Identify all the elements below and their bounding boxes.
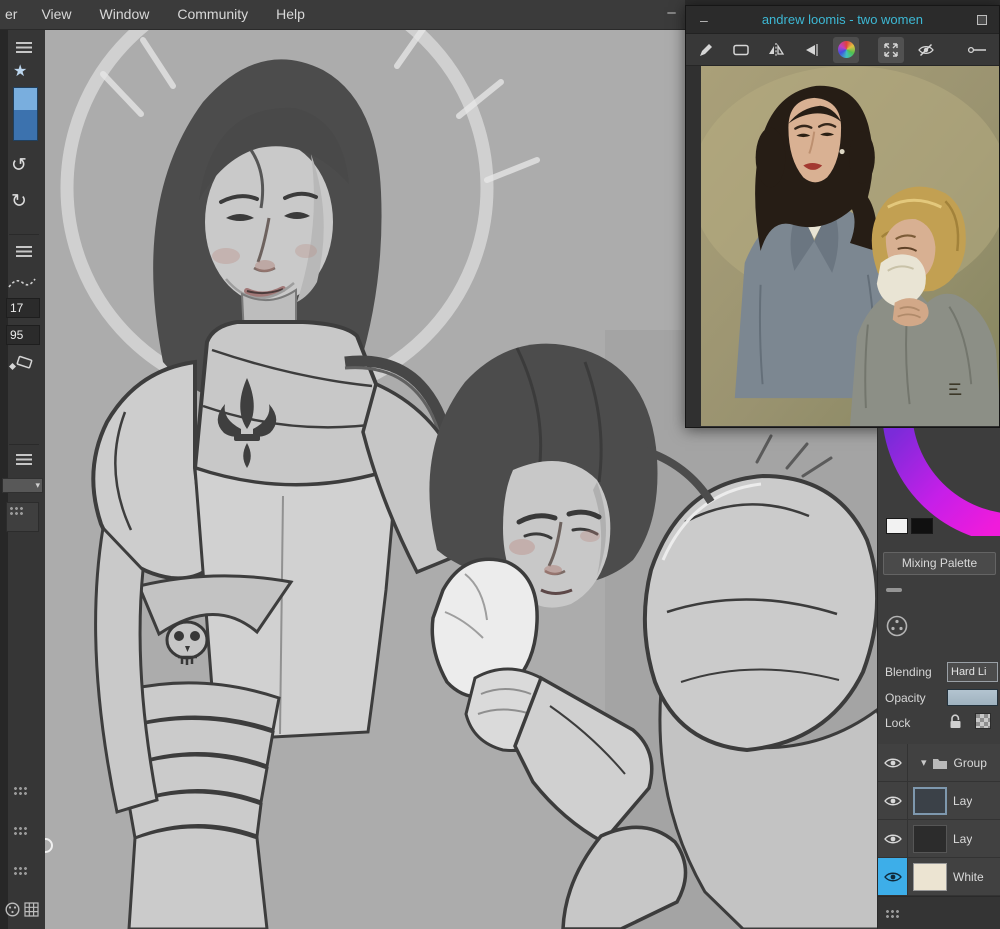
minimize-icon[interactable]: – (658, 0, 685, 29)
docker-menu-icon[interactable] (16, 42, 32, 53)
layer-name: Lay (953, 793, 973, 808)
reference-window-titlebar[interactable]: – andrew loomis - two women (686, 6, 999, 34)
menu-item-community[interactable]: Community (163, 0, 262, 29)
measure-line-icon[interactable] (964, 37, 990, 63)
foreground-color-swatch[interactable] (886, 518, 908, 534)
color-wheel-swatch (837, 41, 855, 58)
layer-thumbnail[interactable] (913, 862, 947, 891)
eye-icon (883, 796, 902, 805)
flip-horizontal-icon[interactable] (763, 37, 789, 63)
alpha-lock-icon[interactable] (975, 713, 991, 729)
undo-icon[interactable]: ↺ (11, 156, 27, 175)
reference-image[interactable] (701, 66, 999, 426)
layer-visibility-toggle[interactable] (878, 820, 908, 857)
blending-mode-dropdown[interactable]: Hard Li (947, 662, 998, 682)
grid-icon[interactable] (24, 902, 39, 917)
color-picker-icon[interactable] (693, 37, 719, 63)
eye-icon (883, 758, 902, 767)
redo-icon[interactable]: ↻ (11, 192, 27, 211)
docker-grip-icon[interactable] (13, 866, 28, 876)
reference-window: – andrew loomis - two women (685, 5, 1000, 428)
layer-visibility-toggle[interactable] (878, 858, 908, 895)
menu-bar: er View Window Community Help (0, 0, 685, 30)
eye-icon (883, 872, 902, 881)
application-window: er View Window Community Help – ★ ↺ ↻ ▾ (0, 0, 1000, 929)
opacity-label: Opacity (885, 691, 926, 705)
grip-dots-icon (9, 506, 24, 516)
eye-icon (883, 834, 902, 843)
selected-tool-swatch[interactable] (13, 87, 38, 141)
brush-opacity-input[interactable] (6, 325, 40, 345)
docker-grip-icon[interactable] (13, 826, 28, 836)
layer-name: Group (953, 755, 987, 770)
layer-row-selected[interactable]: White (878, 858, 1000, 896)
menu-item-layer[interactable]: er (0, 0, 27, 29)
panel-grip-handle[interactable] (886, 588, 902, 592)
menu-item-help[interactable]: Help (262, 0, 319, 29)
blending-label: Blending (885, 665, 932, 679)
brush-size-input[interactable] (6, 298, 40, 318)
reference-painting (701, 66, 999, 426)
opacity-slider[interactable] (947, 689, 998, 706)
layer-row[interactable]: Lay (878, 782, 1000, 820)
lock-icon[interactable] (949, 713, 962, 729)
toolbar-divider (9, 234, 39, 235)
flip-vertical-icon[interactable] (798, 37, 824, 63)
menu-item-view[interactable]: View (27, 0, 85, 29)
layer-list: ▾ Group Lay Lay White (878, 744, 1000, 896)
eraser-icon[interactable] (9, 354, 35, 372)
docker-grip-icon[interactable] (885, 909, 900, 919)
options-docker-menu-icon[interactable] (16, 454, 32, 465)
toolbar-divider (9, 444, 39, 445)
background-color-swatch[interactable] (911, 518, 933, 534)
layer-visibility-toggle[interactable] (878, 744, 908, 781)
layer-name: White (953, 869, 984, 884)
panel-bottom-strip (878, 896, 1000, 929)
layer-visibility-toggle[interactable] (878, 782, 908, 819)
reference-toolbar (686, 34, 999, 66)
layer-thumbnail[interactable] (913, 786, 947, 815)
docker-panel-stub[interactable] (6, 502, 39, 532)
right-docker-panel: Mixing Palette Blending Hard Li Opacity … (877, 428, 1000, 929)
lock-label: Lock (885, 716, 911, 730)
layer-row-group[interactable]: ▾ Group (878, 744, 1000, 782)
palette-options-icon[interactable] (885, 614, 909, 638)
fit-to-view-icon[interactable] (878, 36, 904, 63)
palette-icon[interactable] (5, 902, 20, 917)
layer-thumbnail[interactable] (913, 824, 947, 853)
detach-icon[interactable] (977, 14, 987, 25)
brush-smoothing-icon[interactable] (7, 276, 37, 290)
color-wheel-icon[interactable] (833, 36, 859, 63)
chevron-down-icon[interactable]: ▾ (921, 756, 927, 769)
folder-icon (932, 758, 947, 769)
star-icon[interactable]: ★ (13, 64, 27, 80)
layer-row[interactable]: Lay (878, 820, 1000, 858)
mixing-palette-button[interactable]: Mixing Palette (883, 552, 996, 575)
layer-name: Lay (953, 831, 973, 846)
crop-rectangle-icon[interactable] (728, 37, 754, 63)
collapse-icon[interactable]: – (700, 12, 708, 28)
reference-window-title: andrew loomis - two women (761, 12, 923, 27)
left-toolbar: ★ ↺ ↻ ▾ (0, 30, 45, 929)
menu-item-window[interactable]: Window (86, 0, 164, 29)
brush-docker-menu-icon[interactable] (16, 246, 32, 257)
hide-overlay-icon[interactable] (913, 37, 939, 63)
docker-grip-icon[interactable] (13, 786, 28, 796)
tool-option-dropdown[interactable]: ▾ (2, 478, 43, 493)
